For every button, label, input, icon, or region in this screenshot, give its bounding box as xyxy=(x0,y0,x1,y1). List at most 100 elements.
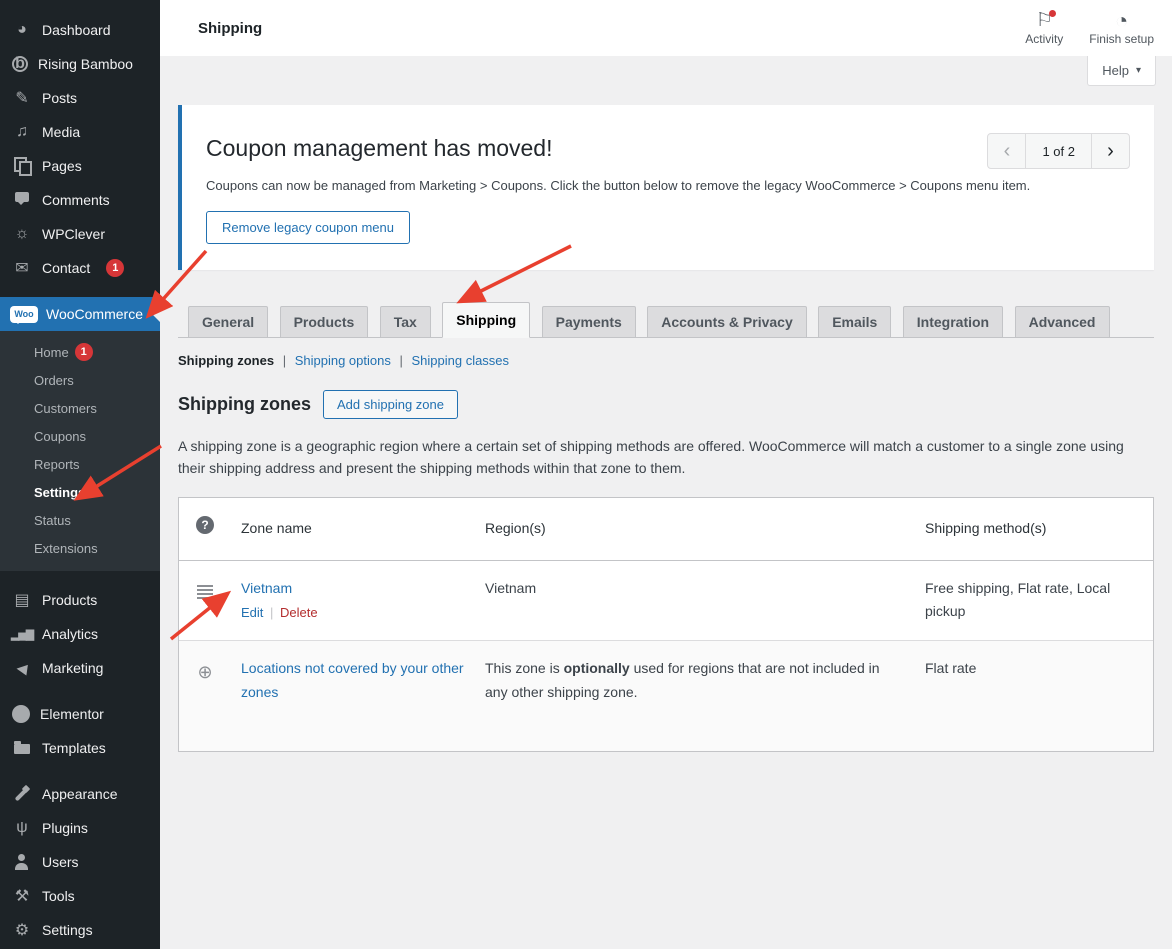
submenu-item-settings[interactable]: Settings xyxy=(0,478,160,506)
shipping-subnav: Shipping zones | Shipping options | Ship… xyxy=(178,353,1154,368)
submenu-item-extensions[interactable]: Extensions xyxy=(0,534,160,562)
sidebar-item-woocommerce[interactable]: Woo WooCommerce xyxy=(0,297,160,331)
submenu-item-label: Extensions xyxy=(34,541,98,556)
pagination-next-button[interactable]: › xyxy=(1091,134,1129,168)
zone-name-cell: Vietnam Edit | Delete xyxy=(231,561,475,641)
tab-advanced[interactable]: Advanced xyxy=(1015,306,1110,338)
submenu-item-reports[interactable]: Reports xyxy=(0,450,160,478)
woocommerce-settings-page: ◕ Dashboard b Rising Bamboo ✎ Posts ♫ Me… xyxy=(0,0,1172,949)
wpclever-icon: ☼ xyxy=(12,224,32,244)
menu-separator xyxy=(0,285,160,297)
subnav-shipping-zones[interactable]: Shipping zones xyxy=(178,353,274,368)
sidebar-item-elementor[interactable]: E Elementor xyxy=(0,697,160,731)
globe-icon: ⊕ xyxy=(197,663,212,705)
header-icon-cell: ? xyxy=(179,498,231,560)
sidebar-item-label: Rising Bamboo xyxy=(38,56,133,72)
column-regions: Region(s) xyxy=(475,498,915,560)
delete-link[interactable]: Delete xyxy=(280,605,318,620)
subnav-shipping-options[interactable]: Shipping options xyxy=(295,353,391,368)
pagination-prev-button[interactable]: ‹ xyxy=(988,134,1026,168)
sidebar-item-analytics[interactable]: ▂▅▇ Analytics xyxy=(0,617,160,651)
caret-down-icon: ▾ xyxy=(1136,65,1141,76)
settings-tab-bar: General Products Tax Shipping Payments A… xyxy=(178,302,1154,338)
drag-handle-icon[interactable] xyxy=(197,589,213,591)
main-content: Shipping ⚐ Activity ◔ Finish setup Help … xyxy=(160,0,1172,949)
submenu-item-label: Settings xyxy=(34,485,85,500)
tab-general[interactable]: General xyxy=(188,306,268,338)
tab-integration[interactable]: Integration xyxy=(903,306,1003,338)
sidebar-item-label: Settings xyxy=(42,922,93,938)
region-text: This zone is xyxy=(485,660,564,676)
sidebar-item-label: Templates xyxy=(42,740,106,756)
submenu-item-label: Home xyxy=(34,345,69,360)
sidebar-item-label: Media xyxy=(42,124,80,140)
submenu-item-coupons[interactable]: Coupons xyxy=(0,422,160,450)
products-icon: ▤ xyxy=(12,590,32,610)
tab-payments[interactable]: Payments xyxy=(542,306,636,338)
sidebar-item-label: Comments xyxy=(42,192,110,208)
subnav-shipping-classes[interactable]: Shipping classes xyxy=(411,353,509,368)
help-tip-icon[interactable]: ? xyxy=(196,516,214,534)
add-shipping-zone-button[interactable]: Add shipping zone xyxy=(323,390,458,419)
megaphone-icon: ◀ xyxy=(11,657,34,680)
tab-accounts-privacy[interactable]: Accounts & Privacy xyxy=(647,306,807,338)
submenu-item-orders[interactable]: Orders xyxy=(0,366,160,394)
sidebar-item-tools[interactable]: ⚒ Tools xyxy=(0,879,160,913)
subnav-separator: | xyxy=(399,353,402,368)
posts-icon: ✎ xyxy=(12,88,32,108)
sidebar-item-label: Users xyxy=(42,854,79,870)
sidebar-item-templates[interactable]: Templates xyxy=(0,731,160,765)
sidebar-item-label: Appearance xyxy=(42,786,118,802)
tab-products[interactable]: Products xyxy=(280,306,369,338)
tab-emails[interactable]: Emails xyxy=(818,306,891,338)
finish-setup-label: Finish setup xyxy=(1089,32,1154,46)
sidebar-item-label: Marketing xyxy=(42,660,103,676)
plug-icon: ψ xyxy=(12,818,32,838)
sidebar-item-label: Analytics xyxy=(42,626,98,642)
remove-legacy-coupon-button[interactable]: Remove legacy coupon menu xyxy=(206,211,410,244)
submenu-item-label: Customers xyxy=(34,401,97,416)
tab-shipping[interactable]: Shipping xyxy=(442,302,530,338)
sidebar-item-rising-bamboo[interactable]: b Rising Bamboo xyxy=(0,47,160,81)
setup-progress-icon: ◔ xyxy=(1115,11,1128,31)
sidebar-item-settings[interactable]: ⚙ Settings xyxy=(0,913,160,947)
region-cell: Vietnam xyxy=(475,561,915,641)
submenu-item-home[interactable]: Home 1 xyxy=(0,338,160,366)
zone-vietnam-link[interactable]: Vietnam xyxy=(241,580,292,596)
sidebar-item-contact[interactable]: ✉ Contact 1 xyxy=(0,251,160,285)
zones-heading: Shipping zones xyxy=(178,394,311,415)
sidebar-item-marketing[interactable]: ◀ Marketing xyxy=(0,651,160,685)
submenu-item-label: Status xyxy=(34,513,71,528)
submenu-item-customers[interactable]: Customers xyxy=(0,394,160,422)
edit-link[interactable]: Edit xyxy=(241,605,263,620)
action-separator: | xyxy=(270,605,273,620)
help-dropdown-button[interactable]: Help ▾ xyxy=(1087,56,1156,86)
sidebar-item-label: Pages xyxy=(42,158,82,174)
row-actions: Edit | Delete xyxy=(241,604,465,622)
sidebar-item-plugins[interactable]: ψ Plugins xyxy=(0,811,160,845)
menu-separator xyxy=(0,685,160,697)
zones-description: A shipping zone is a geographic region w… xyxy=(178,435,1143,480)
sidebar-item-label: WooCommerce xyxy=(46,306,143,322)
sidebar-item-comments[interactable]: Comments xyxy=(0,183,160,217)
activity-button[interactable]: ⚐ Activity xyxy=(1025,11,1063,46)
analytics-icon: ▂▅▇ xyxy=(12,624,32,644)
tab-tax[interactable]: Tax xyxy=(380,306,431,338)
sidebar-item-users[interactable]: Users xyxy=(0,845,160,879)
submenu-item-status[interactable]: Status xyxy=(0,506,160,534)
sidebar-item-wpclever[interactable]: ☼ WPClever xyxy=(0,217,160,251)
sidebar-item-media[interactable]: ♫ Media xyxy=(0,115,160,149)
pages-icon xyxy=(12,156,32,176)
zone-locations-link[interactable]: Locations not covered by your other zone… xyxy=(241,660,464,700)
sidebar-item-pages[interactable]: Pages xyxy=(0,149,160,183)
sidebar-item-posts[interactable]: ✎ Posts xyxy=(0,81,160,115)
sidebar-item-dashboard[interactable]: ◕ Dashboard xyxy=(0,13,160,47)
rising-bamboo-icon: b xyxy=(12,56,28,72)
sidebar-item-appearance[interactable]: Appearance xyxy=(0,777,160,811)
sidebar-item-products[interactable]: ▤ Products xyxy=(0,583,160,617)
media-icon: ♫ xyxy=(12,122,32,142)
sidebar-item-label: Products xyxy=(42,592,97,608)
sidebar-item-label: Plugins xyxy=(42,820,88,836)
envelope-icon: ✉ xyxy=(12,258,32,278)
finish-setup-button[interactable]: ◔ Finish setup xyxy=(1089,11,1154,46)
